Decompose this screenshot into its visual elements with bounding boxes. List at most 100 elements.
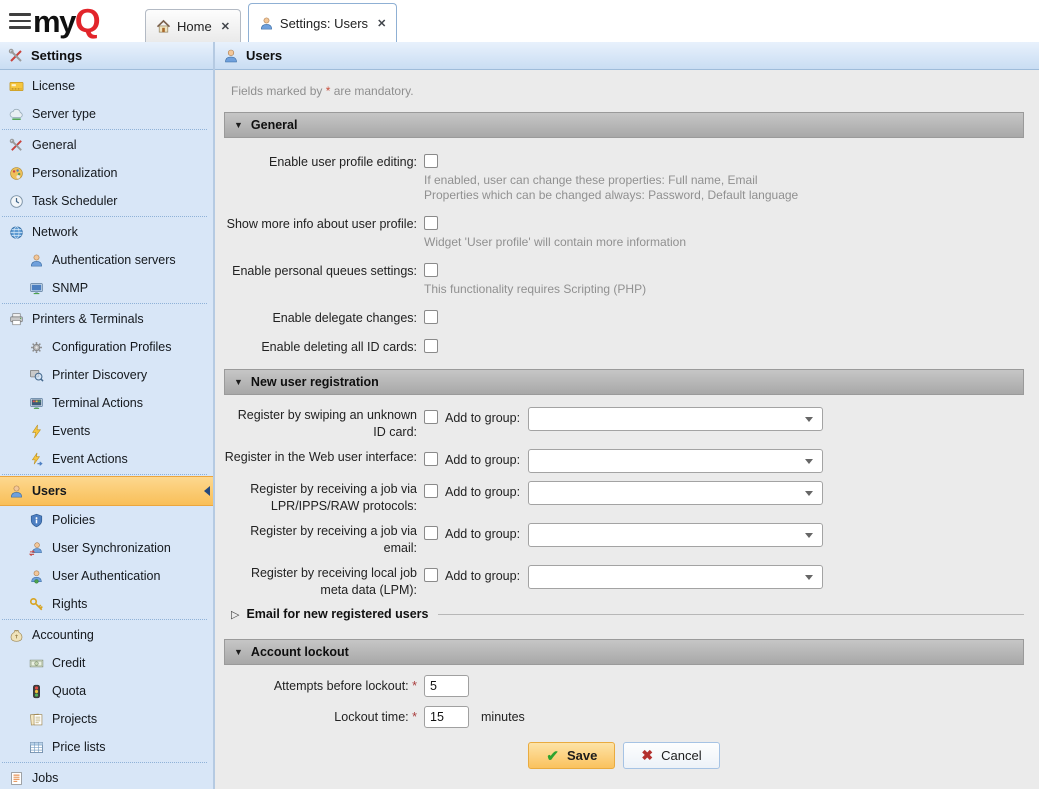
register-lpr-job-checkbox[interactable] [424,484,438,498]
tab-bar: Home ✕ Settings: Users ✕ [145,3,397,42]
nav-separator [2,619,207,620]
banknote-icon [29,656,44,671]
sidebar-item-general[interactable]: General [0,131,213,159]
sidebar-item-projects[interactable]: Projects [0,705,213,733]
sidebar-item-price-lists[interactable]: Price lists [0,733,213,761]
tools-icon [8,48,24,64]
sidebar-item-server-type[interactable]: Server type [0,100,213,128]
sidebar-item-credit[interactable]: Credit [0,649,213,677]
cross-icon: ✖ [641,747,653,764]
user-icon [29,253,44,268]
sidebar-item-user-synchronization[interactable]: User Synchronization [0,534,213,562]
field-help: If enabled, user can change these proper… [424,173,798,203]
key-icon [29,597,44,612]
register-email-job-checkbox[interactable] [424,526,438,540]
nav-separator [2,762,207,763]
enable-user-profile-editing-checkbox[interactable] [424,154,438,168]
section-header-new-user-registration[interactable]: ▼ New user registration [224,369,1024,395]
register-id-card-checkbox[interactable] [424,410,438,424]
shield-icon [29,513,44,528]
enable-personal-queues-checkbox[interactable] [424,263,438,277]
sidebar-item-network[interactable]: Network [0,218,213,246]
sidebar-item-event-actions[interactable]: Event Actions [0,445,213,473]
required-star: * [412,679,417,693]
sidebar-item-label: Users [32,484,67,498]
sidebar-item-events[interactable]: Events [0,417,213,445]
tab-home[interactable]: Home ✕ [145,9,241,42]
printer-icon [9,312,24,327]
nav-separator [2,129,207,130]
field-label: Register by receiving a job via email: [224,523,417,557]
sidebar-item-license[interactable]: License [0,72,213,100]
lightning-arrow-icon [29,452,44,467]
sidebar-item-task-scheduler[interactable]: Task Scheduler [0,187,213,215]
myq-logo: myQ [33,0,99,43]
section-body-general: Enable user profile editing: If enabled,… [224,138,1024,369]
sidebar-item-label: Policies [52,513,95,527]
enable-delegate-changes-checkbox[interactable] [424,310,438,324]
user-icon [9,484,24,499]
user-auth-icon [29,569,44,584]
save-button[interactable]: ✔ Save [528,742,615,769]
register-web-ui-checkbox[interactable] [424,452,438,466]
sidebar-item-terminal-actions[interactable]: Terminal Actions [0,389,213,417]
sidebar-item-users[interactable]: Users [0,476,213,506]
user-icon [223,48,239,64]
sidebar-item-personalization[interactable]: Personalization [0,159,213,187]
add-to-group-label: Add to group: [445,526,528,543]
traffic-light-icon [29,684,44,699]
field-label: Enable personal queues settings: [224,263,417,279]
sidebar-item-printers-terminals[interactable]: Printers & Terminals [0,305,213,333]
field-label: Register by receiving a job via LPR/IPPS… [224,481,417,515]
cancel-button[interactable]: ✖ Cancel [623,742,719,769]
enable-deleting-id-cards-checkbox[interactable] [424,339,438,353]
sidebar-item-configuration-profiles[interactable]: Configuration Profiles [0,333,213,361]
field-label: Register by swiping an unknown ID card: [224,407,417,441]
main-panel-header: Users [215,42,1039,70]
close-icon[interactable]: ✕ [221,20,230,33]
sidebar-item-label: User Synchronization [52,541,171,555]
save-button-label: Save [567,748,597,763]
nav-separator [2,216,207,217]
sidebar-item-label: Events [52,424,90,438]
chevron-down-icon [805,491,813,496]
close-icon[interactable]: ✕ [377,17,386,30]
sidebar-item-rights[interactable]: Rights [0,590,213,618]
globe-icon [9,225,24,240]
section-header-account-lockout[interactable]: ▼ Account lockout [224,639,1024,665]
section-title: General [251,118,298,132]
section-title: Account lockout [251,645,349,659]
add-to-group-select[interactable] [528,407,823,431]
sidebar-item-label: License [32,79,75,93]
add-to-group-select[interactable] [528,523,823,547]
add-to-group-select[interactable] [528,481,823,505]
field-label: Attempts before lockout: * [224,679,417,693]
sidebar-item-label: Credit [52,656,85,670]
sidebar-item-user-authentication[interactable]: User Authentication [0,562,213,590]
sidebar-item-printer-discovery[interactable]: Printer Discovery [0,361,213,389]
tab-settings-users[interactable]: Settings: Users ✕ [248,3,397,42]
form-row: Register by receiving local job meta dat… [224,565,1024,599]
nav-separator [2,303,207,304]
sidebar-item-authentication-servers[interactable]: Authentication servers [0,246,213,274]
sidebar-item-snmp[interactable]: SNMP [0,274,213,302]
add-to-group-select[interactable] [528,565,823,589]
sidebar-item-label: Authentication servers [52,253,176,267]
menu-icon[interactable] [9,13,31,29]
form-actions: ✔ Save ✖ Cancel [224,742,1024,769]
user-sync-icon [29,541,44,556]
sidebar-item-accounting[interactable]: Accounting [0,621,213,649]
attempts-before-lockout-input[interactable] [424,675,469,697]
add-to-group-select[interactable] [528,449,823,473]
section-header-general[interactable]: ▼ General [224,112,1024,138]
sidebar-item-label: Network [32,225,78,239]
sidebar-item-label: Projects [52,712,97,726]
add-to-group-label: Add to group: [445,452,528,469]
show-more-info-checkbox[interactable] [424,216,438,230]
sidebar-item-jobs[interactable]: Jobs [0,764,213,789]
sidebar-item-quota[interactable]: Quota [0,677,213,705]
lockout-time-input[interactable] [424,706,469,728]
subsection-email-for-new-registered-users[interactable]: ▷ Email for new registered users [231,607,1024,621]
sidebar-item-policies[interactable]: Policies [0,506,213,534]
register-lpm-checkbox[interactable] [424,568,438,582]
